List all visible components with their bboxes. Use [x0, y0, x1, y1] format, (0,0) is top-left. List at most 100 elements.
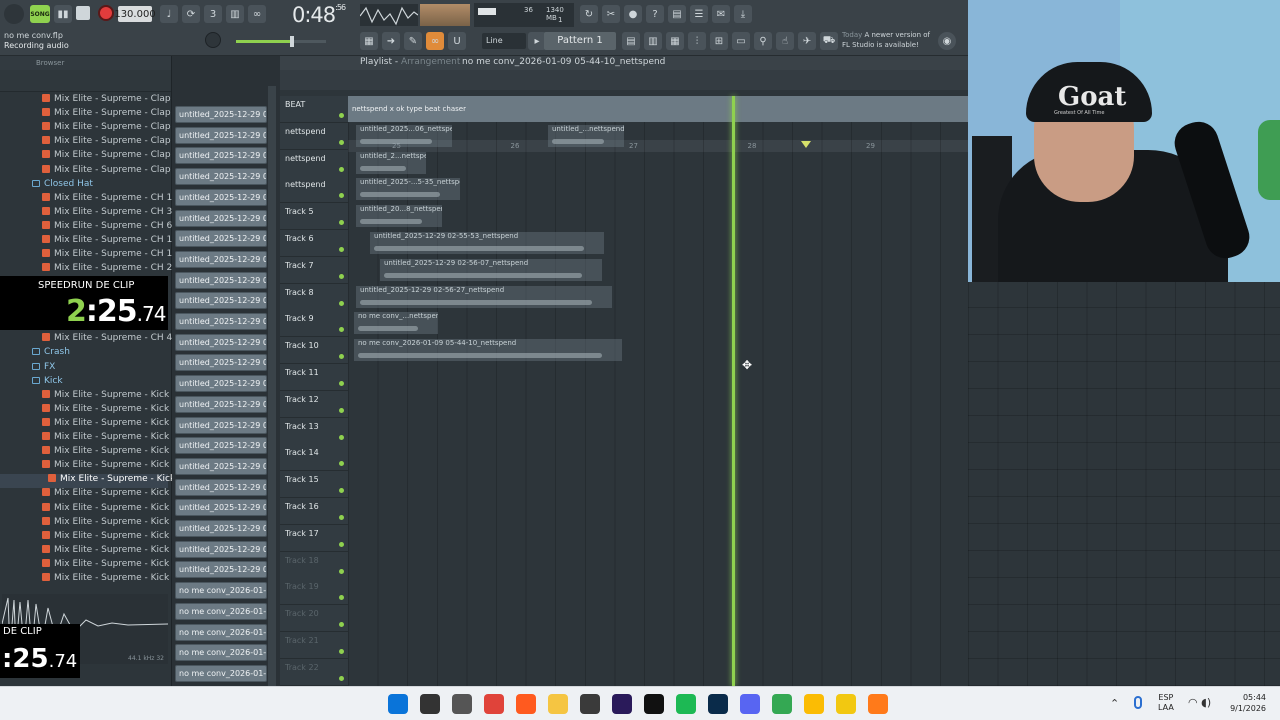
channel-button[interactable]: no me conv_2026-01-09... [175, 602, 267, 620]
cut-icon[interactable]: ✂ [602, 5, 620, 23]
browser-file[interactable]: Mix Elite - Supreme - Clap 36 [0, 164, 185, 179]
pencil-icon[interactable]: ✎ [404, 32, 422, 50]
channel-button[interactable]: untitled_2025-12-29 02-... [175, 168, 267, 186]
browser-file[interactable]: Mix Elite - Supreme - Kick 53 [0, 530, 184, 545]
browser-file[interactable]: Mix Elite - Supreme - Kick 23 [0, 474, 190, 489]
track-header[interactable]: Track 8 [280, 283, 348, 311]
track-mute-led[interactable] [339, 622, 344, 628]
channel-button[interactable]: untitled_2025-12-29 03-... [175, 520, 267, 537]
browser-file[interactable]: Mix Elite - Supreme - Kick 62 [0, 558, 184, 573]
playhead[interactable] [732, 96, 736, 686]
browser-file[interactable]: Mix Elite - Supreme - Kick 13 [0, 432, 184, 446]
browser-file[interactable]: Mix Elite - Supreme - Kick 8 [0, 417, 178, 432]
channel-button[interactable]: untitled_2025-12-29 02-... [175, 106, 267, 123]
step-edit-icon[interactable]: ▥ [226, 5, 244, 23]
mixer-icon[interactable]: ☰ [690, 5, 708, 23]
premiere-icon[interactable] [612, 694, 632, 714]
browser-file[interactable]: Mix Elite - Supreme - Kick 28 [0, 488, 184, 502]
track-header[interactable]: Track 9 [280, 310, 348, 338]
track-mute-led[interactable] [339, 193, 344, 199]
browser-file[interactable]: Mix Elite - Supreme - Clap 17 [0, 108, 185, 122]
track-mute-led[interactable] [339, 113, 344, 118]
fl-studio-icon[interactable] [868, 694, 888, 714]
tray-language[interactable]: ESP LAA [1158, 693, 1174, 713]
channel-button[interactable]: untitled_2025-12-29 02-... [175, 209, 267, 227]
track-header[interactable]: nettspend [280, 149, 348, 177]
channel-button[interactable]: untitled_2025-12-29 02-... [175, 333, 267, 351]
audio-clip[interactable]: no me conv_2026-01-09 05-44-10_nettspend [354, 339, 622, 362]
track-header[interactable]: Track 6 [280, 230, 348, 257]
clip-beat[interactable]: nettspend x ok type beat chaser [348, 96, 968, 122]
track-header[interactable]: Track 7 [280, 256, 348, 284]
file-explorer-icon[interactable] [548, 694, 568, 714]
save-icon[interactable]: ▤ [668, 5, 686, 23]
track-header[interactable]: Track 12 [280, 390, 348, 418]
countdown-icon[interactable]: 3 [204, 5, 222, 23]
channel-button[interactable]: untitled_2025-12-29 02-... [175, 250, 267, 268]
channel-button[interactable]: untitled_2025-12-29 03-... [175, 540, 267, 558]
track-header[interactable]: Track 20 [280, 605, 348, 633]
track-header[interactable]: Track 5 [280, 203, 348, 231]
audio-clip[interactable]: untitled_...nettspend [548, 124, 624, 147]
track-mute-led[interactable] [339, 541, 344, 547]
plugin-picker-icon[interactable]: ⊞ [710, 32, 728, 50]
browser-file[interactable]: Mix Elite - Supreme - Clap 24 [0, 122, 185, 136]
browser-file[interactable]: Mix Elite - Supreme - CH 1 [0, 192, 172, 207]
browser-folder[interactable]: FX [0, 362, 168, 376]
browser-folder[interactable]: Closed Hat [0, 179, 168, 193]
browser-file[interactable]: Mix Elite - Supreme - CH 6 [0, 220, 172, 235]
project-icon[interactable]: ▭ [732, 32, 750, 50]
track-mute-led[interactable] [339, 515, 344, 520]
track-header[interactable]: Track 14 [280, 444, 348, 472]
browser-file[interactable]: Mix Elite - Supreme - Kick 19 [0, 460, 184, 474]
browser-file[interactable]: Mix Elite - Supreme - Clap 25 [0, 136, 185, 150]
channel-button[interactable]: untitled_2025-12-29 03-... [175, 395, 267, 413]
obs-icon[interactable] [580, 694, 600, 714]
track-mute-led[interactable] [339, 434, 344, 440]
track-mute-led[interactable] [339, 381, 344, 386]
snap-selector[interactable]: Line [482, 33, 526, 49]
audio-clip[interactable]: untitled_2025-12-29 02-56-27_nettspend [356, 285, 612, 308]
tray-network-volume-icon[interactable]: ◠ ◖) [1188, 696, 1211, 709]
channel-button[interactable]: untitled_2025-12-29 03-... [175, 499, 267, 517]
windows-icon[interactable] [388, 694, 408, 714]
link-icon[interactable]: ∞ [426, 32, 444, 50]
track-mute-led[interactable] [339, 407, 344, 413]
channel-button[interactable]: untitled_2025-12-29 03-... [175, 416, 267, 434]
capcut-icon[interactable] [644, 694, 664, 714]
wait-input-icon[interactable]: ⟳ [182, 5, 200, 23]
slider-thumb[interactable] [290, 36, 294, 47]
track-header[interactable]: Track 16 [280, 498, 348, 525]
audio-clip[interactable]: untitled_2025-12-29 02-56-07_nettspend [380, 258, 602, 281]
browser-folder[interactable]: Kick [0, 376, 168, 390]
track-mute-led[interactable] [339, 327, 344, 333]
channel-button[interactable]: untitled_2025-12-29 02-... [175, 188, 267, 206]
chat-icon[interactable]: ✉ [712, 5, 730, 23]
pattern-selector[interactable]: Pattern 1 [544, 32, 616, 50]
track-header[interactable]: BEAT [280, 96, 348, 123]
tray-clock[interactable]: 05:44 9/1/2026 [1224, 692, 1266, 714]
browser-folder[interactable]: Crash [0, 347, 168, 361]
discord-icon[interactable] [740, 694, 760, 714]
touch-icon[interactable]: ☝ [776, 32, 794, 50]
track-header[interactable]: Track 10 [280, 337, 348, 365]
piano-roll-icon[interactable]: ▥ [644, 32, 662, 50]
audio-clip[interactable]: no me conv_...nettspend [354, 312, 438, 335]
help-icon[interactable]: ? [646, 5, 664, 23]
browser-file[interactable]: Mix Elite - Supreme - Clap 8 [0, 94, 179, 108]
channel-button[interactable]: no me conv_2026-01-09... [175, 582, 267, 600]
download-icon[interactable]: ⤓ [734, 5, 752, 23]
browser-file[interactable]: Mix Elite - Supreme - CH 16 [0, 249, 178, 263]
browser-file[interactable]: Mix Elite - Supreme - CH 14 [0, 235, 178, 249]
google-drive-icon[interactable] [804, 694, 824, 714]
microphone-icon[interactable]: ● [624, 5, 642, 23]
search-icon[interactable] [420, 694, 440, 714]
chrome-icon[interactable] [484, 694, 504, 714]
browser-file[interactable]: Mix Elite - Supreme - Clap 31 [0, 150, 185, 164]
browser-file[interactable]: Mix Elite - Supreme - Kick 38 [0, 502, 184, 517]
audio-clip[interactable]: untitled_2025-12-29 02-55-53_nettspend [370, 232, 604, 254]
playlist-navigator[interactable] [280, 70, 968, 90]
piano-icon[interactable]: ▦ [360, 32, 378, 50]
track-header[interactable]: Track 17 [280, 524, 348, 552]
plug-icon[interactable]: ⚲ [754, 32, 772, 50]
